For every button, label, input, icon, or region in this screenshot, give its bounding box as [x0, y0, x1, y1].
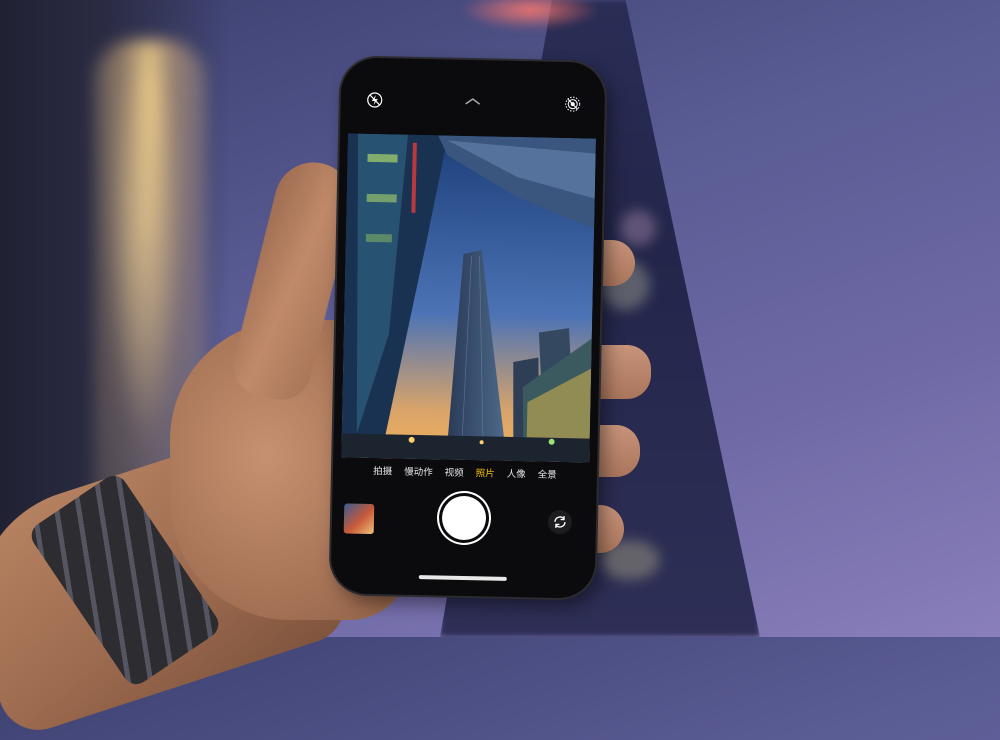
mode-item[interactable]: 视频: [444, 463, 464, 485]
camera-mode-bar: 拍摄 慢动作 视频 照片 人像 全景: [333, 460, 597, 488]
bokeh-light: [620, 210, 656, 246]
mode-item[interactable]: 慢动作: [404, 462, 433, 485]
mode-item[interactable]: 全景: [537, 464, 557, 486]
camera-top-bar: [340, 57, 605, 137]
mode-item-active[interactable]: 照片: [475, 463, 495, 485]
home-indicator[interactable]: [418, 575, 507, 581]
mode-item[interactable]: 人像: [506, 464, 526, 486]
phone: 拍摄 慢动作 视频 照片 人像 全景: [330, 57, 606, 599]
flash-off-icon[interactable]: [365, 90, 385, 110]
viewfinder-scene: [341, 133, 596, 463]
camera-bottom-controls: [331, 485, 597, 571]
mode-item[interactable]: 拍摄: [373, 461, 392, 483]
shutter-button[interactable]: [441, 495, 487, 541]
last-photo-thumbnail[interactable]: [343, 503, 375, 535]
background-tower-light: [460, 0, 600, 30]
live-photo-icon[interactable]: [563, 94, 583, 114]
chevron-up-icon[interactable]: [464, 96, 482, 106]
camera-viewfinder[interactable]: [341, 133, 596, 463]
flip-camera-icon[interactable]: [547, 509, 573, 535]
